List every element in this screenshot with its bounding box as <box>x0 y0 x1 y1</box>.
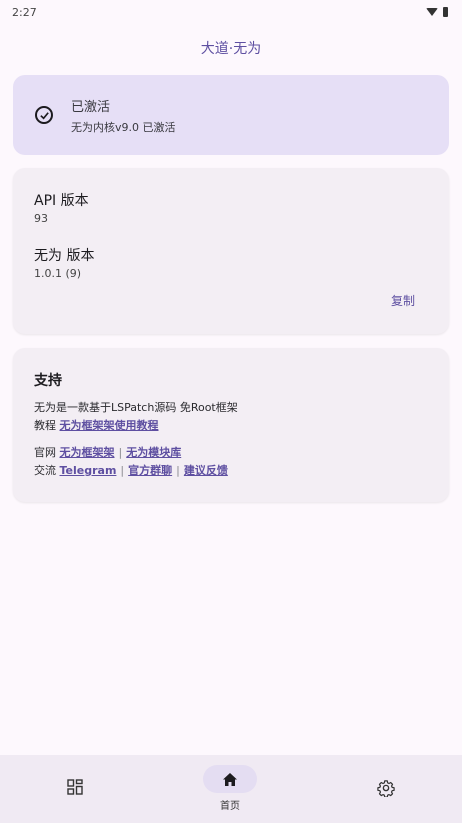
website-line: 官网 无为框架架 | 无为模块库 <box>34 444 428 462</box>
activation-subtitle: 无为内核v9.0 已激活 <box>71 120 176 134</box>
community-line: 交流 Telegram | 官方群聊 | 建议反馈 <box>34 462 428 480</box>
copy-button[interactable]: 复制 <box>391 292 415 309</box>
status-icons <box>426 7 448 17</box>
status-bar: 2:27 <box>0 0 462 24</box>
nav-home[interactable]: 首页 <box>200 765 260 815</box>
group-chat-link[interactable]: 官方群聊 <box>128 464 172 477</box>
version-card: API 版本 93 无为 版本 1.0.1 (9) 复制 <box>13 168 449 334</box>
home-icon <box>223 772 237 786</box>
activation-title: 已激活 <box>71 99 111 115</box>
activation-text: 已激活 无为内核v9.0 已激活 <box>71 96 176 135</box>
gear-icon <box>377 780 395 797</box>
home-indicator <box>203 765 257 793</box>
bottom-navigation: 首页 <box>0 755 462 823</box>
tutorial-link[interactable]: 无为框架架使用教程 <box>60 419 159 432</box>
api-version-value: 93 <box>34 212 48 225</box>
api-version-label: API 版本 <box>34 193 89 209</box>
status-time: 2:27 <box>12 5 37 19</box>
website-link-modules[interactable]: 无为模块库 <box>126 446 181 459</box>
community-prefix: 交流 <box>34 464 56 477</box>
nav-apps[interactable] <box>55 779 95 799</box>
feedback-link[interactable]: 建议反馈 <box>184 464 228 477</box>
nav-home-label: 首页 <box>220 801 240 812</box>
support-card: 支持 无为是一款基于LSPatch源码 免Root框架 教程 无为框架架使用教程… <box>13 348 449 502</box>
wifi-icon <box>426 8 438 16</box>
support-description: 无为是一款基于LSPatch源码 免Root框架 <box>34 401 238 414</box>
support-title: 支持 <box>34 373 62 389</box>
check-circle-icon <box>35 106 53 124</box>
website-link-framework[interactable]: 无为框架架 <box>60 446 115 459</box>
app-version-label: 无为 版本 <box>34 248 95 264</box>
apps-grid-icon <box>67 779 83 795</box>
website-prefix: 官网 <box>34 446 56 459</box>
telegram-link[interactable]: Telegram <box>60 464 117 477</box>
tutorial-prefix: 教程 <box>34 419 56 432</box>
separator: | <box>176 464 180 477</box>
app-version-value: 1.0.1 (9) <box>34 267 82 280</box>
tutorial-line: 教程 无为框架架使用教程 <box>34 417 428 435</box>
activation-card: 已激活 无为内核v9.0 已激活 <box>13 75 449 155</box>
separator: | <box>118 446 123 459</box>
separator: | <box>120 464 125 477</box>
nav-settings[interactable] <box>366 779 406 799</box>
battery-icon <box>443 7 448 17</box>
app-title: 大道·无为 <box>200 41 262 57</box>
